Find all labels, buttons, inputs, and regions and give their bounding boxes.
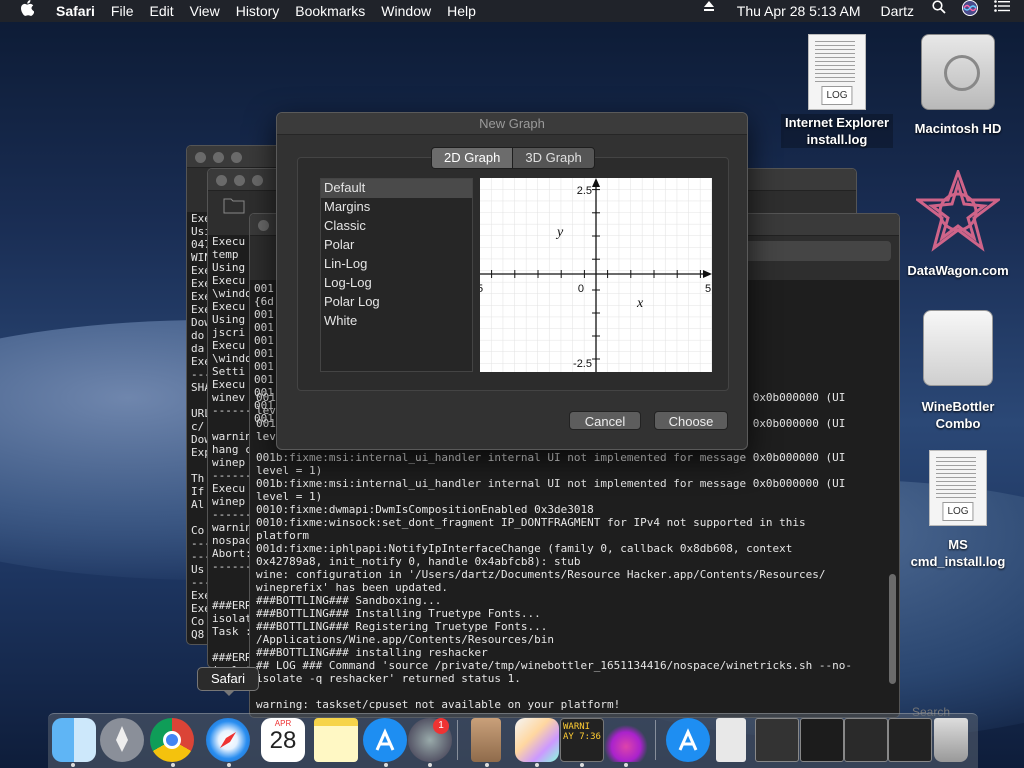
vertical-scrollbar[interactable]: [889, 574, 896, 684]
desktop-icon-label: Macintosh HD: [914, 121, 1002, 136]
running-indicator: [227, 763, 231, 767]
console-icon[interactable]: WARNI AY 7:36: [560, 718, 604, 762]
style-item-polar-log[interactable]: Polar Log: [321, 293, 472, 312]
notification-center-icon[interactable]: [986, 0, 1024, 22]
close-icon[interactable]: [216, 175, 227, 186]
clock[interactable]: Thu Apr 28 5:13 AM: [723, 0, 871, 22]
running-indicator: [485, 763, 489, 767]
x-axis-label: x: [636, 296, 644, 311]
tab-3d-graph[interactable]: 3D Graph: [512, 148, 594, 168]
desktop-icon-label: DataWagon.com: [907, 263, 1009, 278]
terminal-output: 001b:fixme:msi:internal_ui_handler inter…: [256, 451, 853, 711]
cancel-button[interactable]: Cancel: [569, 411, 641, 430]
app-store-icon[interactable]: [363, 718, 407, 762]
style-item-classic[interactable]: Classic: [321, 217, 472, 236]
potion-app-icon[interactable]: [604, 718, 648, 762]
desktop-icon-label: WineBottler Combo: [921, 399, 995, 431]
document-stack-icon[interactable]: [716, 718, 746, 762]
desktop-icon-internet-explorer-log[interactable]: LOG Internet Explorer install.log: [781, 34, 893, 148]
finder-icon[interactable]: [52, 718, 96, 762]
menu-view[interactable]: View: [182, 0, 228, 22]
y-min-tick-label: -2.5: [573, 358, 592, 370]
reveal-folder-icon[interactable]: [222, 195, 252, 225]
siri-icon[interactable]: [954, 0, 986, 22]
launchpad-icon[interactable]: [100, 718, 144, 762]
menu-bar: Safari File Edit View History Bookmarks …: [0, 0, 1024, 22]
running-indicator: [171, 763, 175, 767]
calendar-day: 28: [269, 727, 297, 754]
star-pattern-icon: [913, 167, 1003, 252]
winebottler-icon[interactable]: [471, 718, 501, 762]
eject-icon[interactable]: [695, 0, 723, 22]
app-store-folder-icon[interactable]: [666, 718, 710, 762]
running-indicator: [580, 763, 584, 767]
notes-icon[interactable]: [314, 718, 358, 762]
style-item-white[interactable]: White: [321, 312, 472, 331]
choose-button[interactable]: Choose: [654, 411, 728, 430]
console-warning-text: WARNI: [563, 722, 591, 732]
desktop-icon-label: Internet Explorer install.log: [781, 114, 893, 148]
graph-style-list[interactable]: Default Margins Classic Polar Lin-Log Lo…: [320, 178, 473, 372]
user-name[interactable]: Dartz: [871, 0, 924, 22]
style-item-lin-log[interactable]: Lin-Log: [321, 255, 472, 274]
menu-bookmarks[interactable]: Bookmarks: [287, 0, 373, 22]
running-indicator: [535, 763, 539, 767]
running-indicator: [428, 763, 432, 767]
desktop-icon-ms-cmd-log[interactable]: LOG MS cmd_install.log: [903, 450, 1013, 570]
close-icon[interactable]: [258, 220, 269, 231]
new-graph-dialog[interactable]: New Graph 2D Graph 3D Graph Default Marg…: [276, 112, 748, 450]
running-indicator: [624, 763, 628, 767]
close-icon[interactable]: [195, 152, 206, 163]
dialog-title: New Graph: [277, 113, 747, 135]
menu-window[interactable]: Window: [373, 0, 439, 22]
console-time-text: AY 7:36: [563, 732, 601, 742]
minimized-window-3[interactable]: [844, 718, 888, 762]
style-item-polar[interactable]: Polar: [321, 236, 472, 255]
desktop-icon-label: MS cmd_install.log: [910, 537, 1006, 569]
graph-preview: 2.5 -2.5 5 5 0 x y: [480, 178, 712, 372]
dock-tooltip: Safari: [197, 667, 259, 696]
menu-file[interactable]: File: [103, 0, 142, 22]
disk-image-icon: [923, 310, 993, 386]
calendar-icon[interactable]: APR 28: [261, 718, 305, 762]
zoom-icon[interactable]: [231, 152, 242, 163]
log-document-icon: LOG: [929, 450, 987, 526]
x-min-tick-label: 5: [480, 283, 483, 295]
apple-icon[interactable]: [0, 0, 48, 22]
menu-help[interactable]: Help: [439, 0, 484, 22]
y-max-tick-label: 2.5: [577, 185, 592, 197]
running-indicator: [384, 763, 388, 767]
chrome-icon[interactable]: [150, 718, 194, 762]
style-item-log-log[interactable]: Log-Log: [321, 274, 472, 293]
trash-icon[interactable]: [934, 718, 968, 762]
style-item-margins[interactable]: Margins: [321, 198, 472, 217]
grapher-icon[interactable]: [515, 718, 559, 762]
minimized-window-2[interactable]: [800, 718, 844, 762]
notification-badge: 1: [433, 718, 449, 734]
minimized-window-4[interactable]: [888, 718, 932, 762]
menu-history[interactable]: History: [228, 0, 288, 22]
minimized-window-1[interactable]: [755, 718, 799, 762]
graph-type-segmented-control[interactable]: 2D Graph 3D Graph: [431, 147, 595, 169]
running-indicator: [71, 763, 75, 767]
desktop-icon-macintosh-hd[interactable]: Macintosh HD: [903, 34, 1013, 137]
hard-drive-icon: [921, 34, 995, 110]
desktop-icon-datawagon[interactable]: DataWagon.com: [903, 167, 1013, 279]
minimize-icon[interactable]: [234, 175, 245, 186]
safari-icon[interactable]: [206, 718, 250, 762]
app-menu-safari[interactable]: Safari: [48, 0, 103, 22]
spotlight-search-icon[interactable]: [924, 0, 954, 22]
minimize-icon[interactable]: [213, 152, 224, 163]
y-axis-label: y: [555, 225, 564, 240]
origin-label: 0: [578, 283, 584, 295]
menu-edit[interactable]: Edit: [141, 0, 181, 22]
style-item-default[interactable]: Default: [321, 179, 472, 198]
x-max-tick-label: 5: [705, 283, 711, 295]
log-document-icon: LOG: [808, 34, 866, 110]
zoom-icon[interactable]: [252, 175, 263, 186]
tab-2d-graph[interactable]: 2D Graph: [432, 148, 513, 168]
desktop-icon-winebottler[interactable]: WineBottler Combo: [903, 310, 1013, 432]
